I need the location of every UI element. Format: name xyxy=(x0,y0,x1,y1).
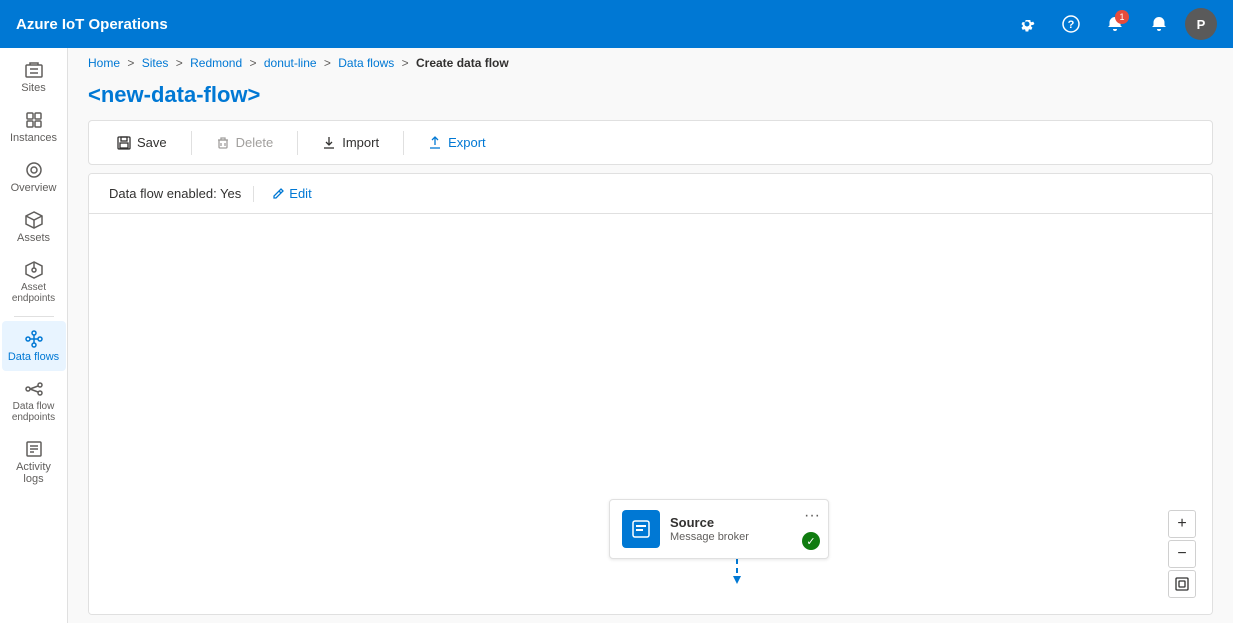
status-text: Data flow enabled: Yes xyxy=(109,186,241,201)
source-node-title: Source xyxy=(670,515,816,530)
breadcrumb-sep-2: > xyxy=(176,56,183,70)
sidebar-item-activity-logs[interactable]: Activity logs xyxy=(2,431,66,493)
toolbar-sep-2 xyxy=(297,131,298,155)
source-node-info: Source Message broker xyxy=(670,515,816,543)
source-node-subtitle: Message broker xyxy=(670,531,816,543)
source-node-inner: Source Message broker xyxy=(610,500,828,558)
import-button[interactable]: Import xyxy=(310,129,391,156)
canvas-container: Data flow enabled: Yes Edit xyxy=(88,173,1213,615)
breadcrumb-data-flows[interactable]: Data flows xyxy=(338,56,394,70)
breadcrumb-sep-4: > xyxy=(324,56,331,70)
source-node[interactable]: Source Message broker ··· ✓ xyxy=(609,499,829,559)
import-label: Import xyxy=(342,135,379,150)
edit-label: Edit xyxy=(289,186,311,201)
source-node-icon xyxy=(622,510,660,548)
export-label: Export xyxy=(448,135,486,150)
svg-text:?: ? xyxy=(1068,19,1075,31)
breadcrumb-sep-1: > xyxy=(127,56,134,70)
sidebar-item-sites-label: Sites xyxy=(21,82,45,94)
content-area: Home > Sites > Redmond > donut-line > Da… xyxy=(68,48,1233,623)
user-avatar[interactable]: P xyxy=(1185,8,1217,40)
breadcrumb-redmond[interactable]: Redmond xyxy=(190,56,242,70)
toolbar: Save Delete Import xyxy=(88,120,1213,165)
delete-label: Delete xyxy=(236,135,274,150)
sidebar-item-asset-endpoints[interactable]: Asset endpoints xyxy=(2,252,66,312)
toolbar-sep-3 xyxy=(403,131,404,155)
sidebar-item-instances-label: Instances xyxy=(10,132,57,144)
top-nav: Azure IoT Operations ? 1 P xyxy=(0,0,1233,48)
zoom-controls: + − xyxy=(1168,510,1196,598)
edit-button[interactable]: Edit xyxy=(266,184,317,203)
sidebar-item-assets[interactable]: Assets xyxy=(2,202,66,252)
nav-icons: ? 1 P xyxy=(1009,6,1217,42)
sidebar-divider-1 xyxy=(14,316,54,317)
alert-button[interactable] xyxy=(1141,6,1177,42)
page-title: <new-data-flow> xyxy=(68,78,1233,120)
sidebar-item-overview[interactable]: Overview xyxy=(2,152,66,202)
help-button[interactable]: ? xyxy=(1053,6,1089,42)
settings-button[interactable] xyxy=(1009,6,1045,42)
zoom-out-button[interactable]: − xyxy=(1168,540,1196,568)
sidebar-item-activity-logs-label: Activity logs xyxy=(6,461,62,485)
sidebar-item-data-flows-label: Data flows xyxy=(8,351,59,363)
breadcrumb-sites[interactable]: Sites xyxy=(142,56,169,70)
breadcrumb-current: Create data flow xyxy=(416,56,509,70)
sidebar-item-sites[interactable]: Sites xyxy=(2,52,66,102)
export-button[interactable]: Export xyxy=(416,129,498,156)
zoom-reset-button[interactable] xyxy=(1168,570,1196,598)
save-button[interactable]: Save xyxy=(105,129,179,156)
breadcrumb-sep-5: > xyxy=(402,56,409,70)
source-node-menu[interactable]: ··· xyxy=(804,508,820,524)
breadcrumb-home[interactable]: Home xyxy=(88,56,120,70)
sidebar-item-data-flow-endpoints[interactable]: Data flow endpoints xyxy=(2,371,66,431)
app-title: Azure IoT Operations xyxy=(16,16,1009,33)
sidebar-item-instances[interactable]: Instances xyxy=(2,102,66,152)
breadcrumb-donut-line[interactable]: donut-line xyxy=(264,56,317,70)
sidebar-item-overview-label: Overview xyxy=(11,182,57,194)
notification-badge: 1 xyxy=(1115,10,1129,24)
sidebar-item-assets-label: Assets xyxy=(17,232,50,244)
zoom-in-button[interactable]: + xyxy=(1168,510,1196,538)
breadcrumb-sep-3: > xyxy=(249,56,256,70)
notifications-button[interactable]: 1 xyxy=(1097,6,1133,42)
status-sep xyxy=(253,186,254,202)
sidebar: Sites Instances Overview A xyxy=(0,48,68,623)
sidebar-item-asset-endpoints-label: Asset endpoints xyxy=(6,282,62,304)
status-bar: Data flow enabled: Yes Edit xyxy=(89,174,1212,214)
main-layout: Sites Instances Overview A xyxy=(0,48,1233,623)
delete-button[interactable]: Delete xyxy=(204,129,286,156)
sidebar-item-data-flow-endpoints-label: Data flow endpoints xyxy=(6,401,62,423)
toolbar-sep-1 xyxy=(191,131,192,155)
save-label: Save xyxy=(137,135,167,150)
breadcrumb: Home > Sites > Redmond > donut-line > Da… xyxy=(68,48,1233,78)
source-node-check: ✓ xyxy=(802,532,820,550)
sidebar-item-data-flows[interactable]: Data flows xyxy=(2,321,66,371)
flow-canvas: Source Message broker ··· ✓ xyxy=(89,214,1212,614)
